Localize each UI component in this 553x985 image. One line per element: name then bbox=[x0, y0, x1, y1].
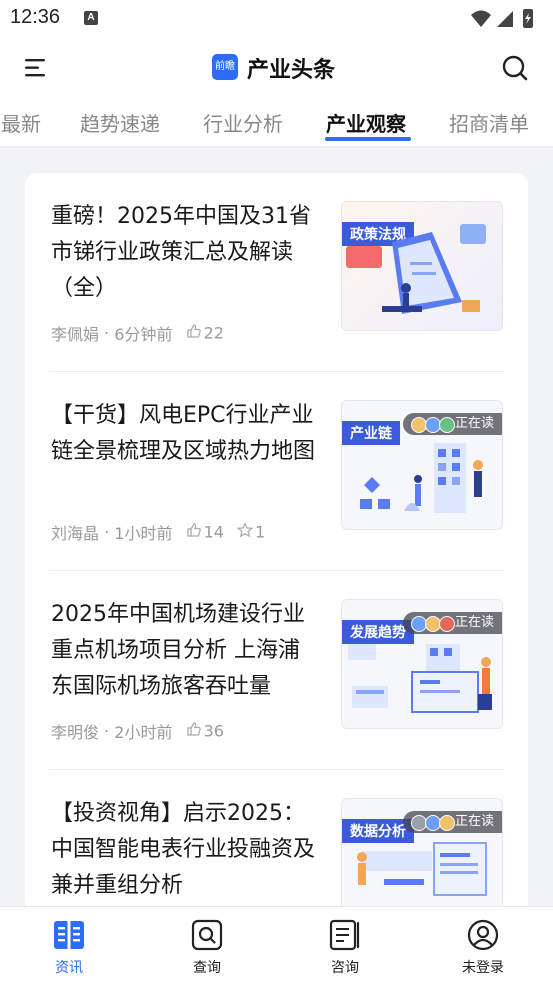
nav-news[interactable]: 资讯 bbox=[24, 919, 114, 977]
menu-button[interactable] bbox=[24, 56, 48, 80]
nav-label: 资讯 bbox=[55, 960, 83, 976]
reading-now-label: 正在读 bbox=[454, 615, 494, 630]
page-title: 产业头条 bbox=[247, 58, 336, 83]
hamburger-icon bbox=[25, 59, 45, 77]
reader-avatar bbox=[438, 417, 455, 433]
like-count: 14 bbox=[203, 522, 224, 542]
nav-account[interactable]: 未登录 bbox=[438, 919, 528, 977]
app-logo-icon: 前瞻 bbox=[212, 54, 238, 80]
tab-investment-list[interactable]: 招商清单 bbox=[449, 108, 529, 137]
status-bar: 12:36 A bbox=[0, 0, 553, 40]
article-list: 重磅！2025年中国及31省市锑行业政策汇总及解读（全） 李佩娟 · 6分钟前 … bbox=[25, 173, 528, 933]
article-item[interactable]: 【干货】风电EPC行业产业链全景梳理及区域热力地图 刘海晶 · 1小时前 14 … bbox=[49, 372, 504, 570]
article-meta: 刘海晶 · 1小时前 14 1 bbox=[51, 520, 265, 544]
article-title[interactable]: 【投资视角】启示2025：中国智能电表行业投融资及兼并重组分析 bbox=[51, 796, 315, 904]
like-icon bbox=[186, 721, 202, 741]
wifi-signal-battery-icon bbox=[471, 9, 533, 28]
article-meta: 李佩娟 · 6分钟前 22 bbox=[51, 321, 224, 345]
user-icon bbox=[467, 919, 499, 951]
article-time: 2小时前 bbox=[114, 723, 173, 742]
nav-label: 未登录 bbox=[462, 960, 504, 976]
tab-industry-observation[interactable]: 产业观察 bbox=[326, 108, 406, 137]
document-icon bbox=[329, 919, 360, 951]
article-author: 李佩娟 bbox=[51, 325, 100, 344]
search-icon bbox=[502, 55, 528, 81]
article-author: 刘海晶 bbox=[51, 524, 100, 543]
article-title[interactable]: 【干货】风电EPC行业产业链全景梳理及区域热力地图 bbox=[51, 398, 315, 470]
notification-icon: A bbox=[84, 11, 98, 25]
status-time: 12:36 bbox=[10, 6, 61, 28]
meta-separator: · bbox=[99, 522, 115, 542]
search-box-icon bbox=[191, 919, 223, 951]
like-icon bbox=[186, 522, 202, 542]
like-count: 22 bbox=[203, 323, 224, 343]
nav-label: 查询 bbox=[193, 960, 221, 976]
reading-now-badge: 正在读 bbox=[402, 612, 502, 634]
article-time: 1小时前 bbox=[114, 524, 173, 543]
star-icon bbox=[236, 522, 254, 542]
article-thumbnail: 发展趋势 正在读 bbox=[341, 599, 503, 729]
article-item[interactable]: 重磅！2025年中国及31省市锑行业政策汇总及解读（全） 李佩娟 · 6分钟前 … bbox=[49, 173, 504, 371]
star-count: 1 bbox=[255, 522, 266, 542]
active-tab-indicator bbox=[325, 137, 411, 141]
tab-latest[interactable]: 最新 bbox=[1, 108, 41, 137]
bottom-navigation: 资讯 查询 咨询 未登录 bbox=[0, 906, 553, 985]
tab-trends[interactable]: 趋势速递 bbox=[80, 108, 160, 137]
search-button[interactable] bbox=[501, 54, 529, 82]
reading-now-badge: 正在读 bbox=[402, 413, 502, 435]
article-thumbnail: 产业链 正在读 bbox=[341, 400, 503, 530]
app-header: 前瞻 产业头条 bbox=[0, 40, 553, 98]
reading-now-label: 正在读 bbox=[454, 814, 494, 829]
meta-separator: · bbox=[99, 721, 115, 741]
article-item[interactable]: 2025年中国机场建设行业重点机场项目分析 上海浦东国际机场旅客吞吐量 李明俊 … bbox=[49, 571, 504, 769]
article-title[interactable]: 2025年中国机场建设行业重点机场项目分析 上海浦东国际机场旅客吞吐量 bbox=[51, 597, 315, 705]
nav-label: 咨询 bbox=[331, 960, 359, 976]
article-time: 6分钟前 bbox=[114, 325, 173, 344]
reader-avatar bbox=[438, 815, 455, 831]
news-icon bbox=[54, 921, 84, 949]
policy-illustration-icon bbox=[346, 224, 486, 314]
status-indicators bbox=[469, 7, 539, 35]
article-thumbnail: 政策法规 bbox=[341, 201, 503, 331]
nav-consult[interactable]: 咨询 bbox=[300, 919, 390, 977]
article-title[interactable]: 重磅！2025年中国及31省市锑行业政策汇总及解读（全） bbox=[51, 199, 315, 307]
nav-query[interactable]: 查询 bbox=[162, 919, 252, 977]
meta-separator: · bbox=[99, 323, 115, 343]
tab-industry-analysis[interactable]: 行业分析 bbox=[203, 108, 283, 137]
like-count: 36 bbox=[203, 721, 224, 741]
reading-now-label: 正在读 bbox=[454, 416, 494, 431]
like-icon bbox=[186, 323, 202, 343]
reader-avatar bbox=[438, 616, 455, 632]
article-meta: 李明俊 · 2小时前 36 bbox=[51, 719, 224, 743]
article-author: 李明俊 bbox=[51, 723, 100, 742]
category-tabs: 最新 趋势速递 行业分析 产业观察 招商清单 bbox=[0, 98, 553, 147]
reading-now-badge: 正在读 bbox=[402, 811, 502, 833]
